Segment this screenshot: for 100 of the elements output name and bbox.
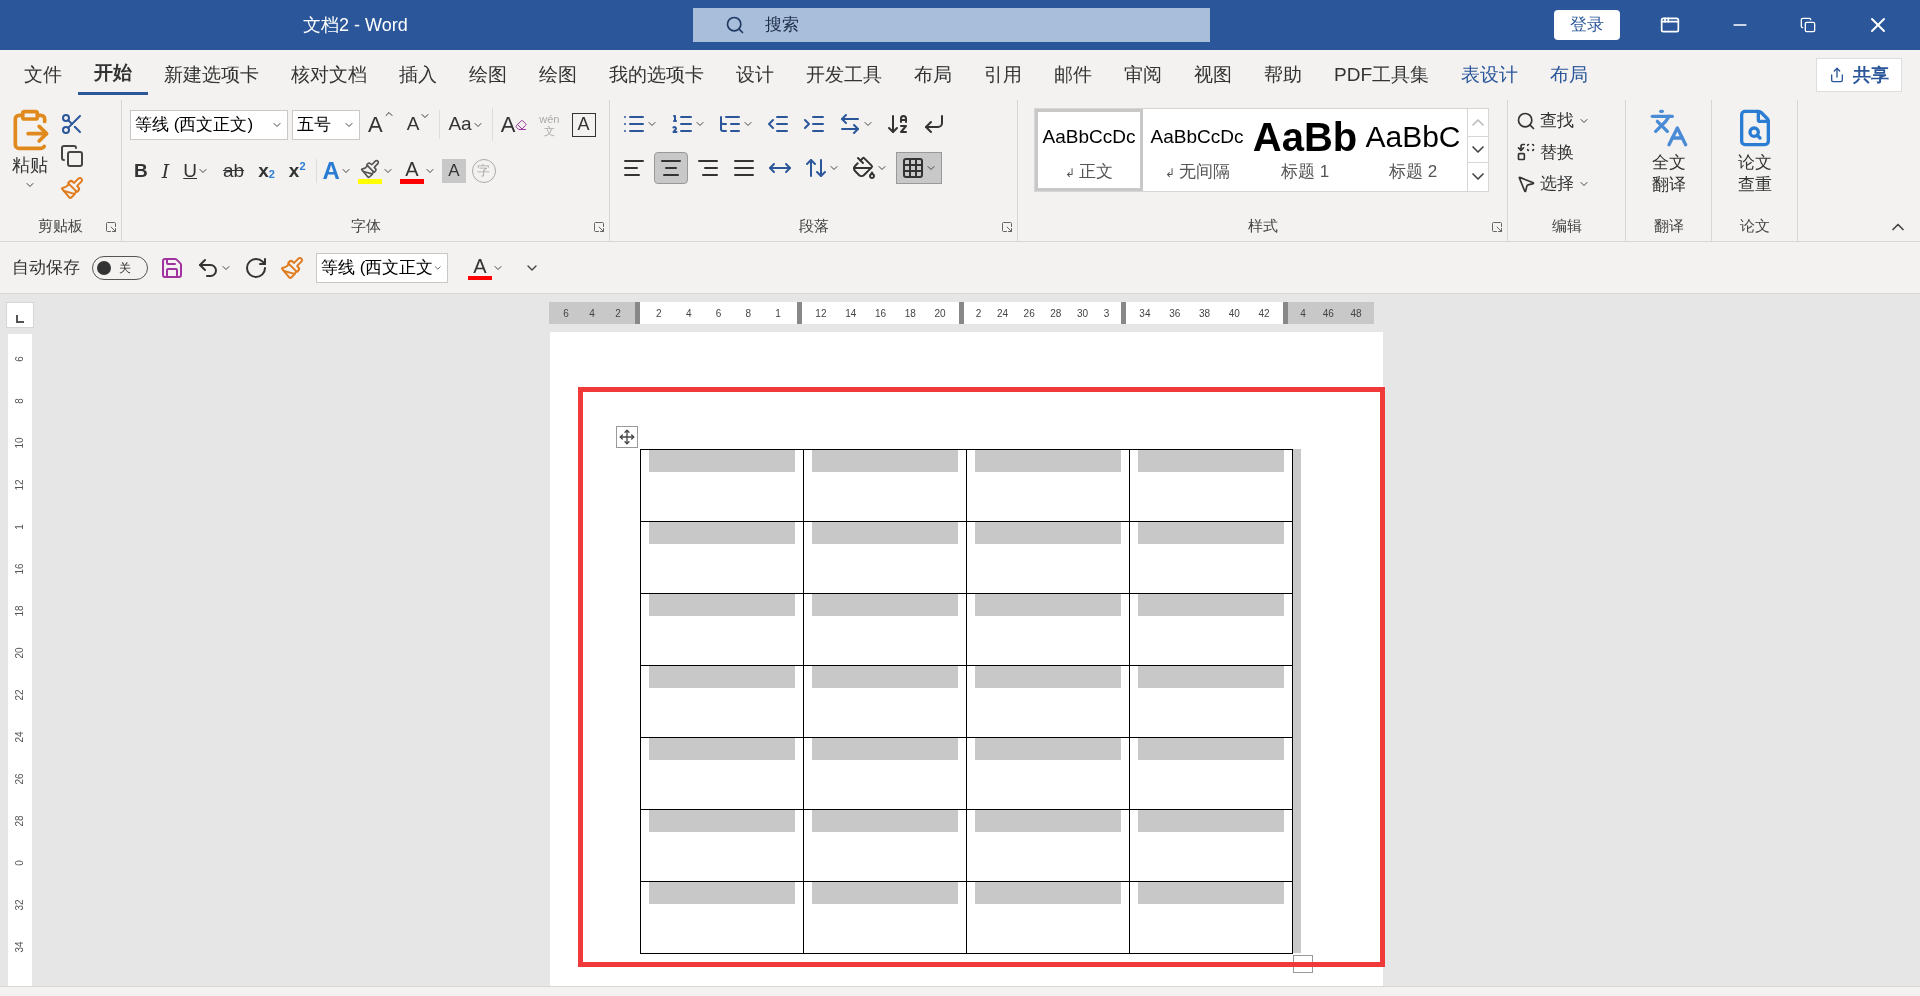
column-marker[interactable] [959, 302, 964, 324]
table-cell[interactable] [1130, 450, 1293, 522]
table-cell[interactable] [641, 522, 804, 594]
clear-formatting-button[interactable]: A [491, 108, 532, 141]
grow-font-button[interactable]: A [364, 108, 399, 141]
ribbon-tab[interactable]: 视图 [1178, 55, 1248, 95]
highlight-button[interactable] [357, 158, 394, 184]
ribbon-tab[interactable]: 表设计 [1445, 55, 1534, 95]
table-cell[interactable] [804, 522, 967, 594]
table-cell[interactable] [804, 810, 967, 882]
text-effect-button[interactable]: A [322, 153, 352, 189]
format-painter-icon[interactable] [60, 176, 84, 200]
table-cell[interactable] [1130, 522, 1293, 594]
ribbon-tab[interactable]: 核对文档 [275, 55, 383, 95]
table-cell[interactable] [804, 882, 967, 954]
font-name-dropdown[interactable]: 等线 (西文正文) [130, 109, 288, 140]
search-field[interactable]: 搜索 [692, 8, 1210, 42]
share-button[interactable]: 共享 [1816, 58, 1902, 92]
ribbon-tab[interactable]: 帮助 [1248, 55, 1318, 95]
table-cell[interactable] [967, 594, 1130, 666]
align-button[interactable] [654, 152, 688, 184]
ribbon-tab[interactable]: 绘图 [523, 55, 593, 95]
character-border-button[interactable]: A [571, 112, 596, 137]
ribbon-tab[interactable]: 审阅 [1108, 55, 1178, 95]
editing-button[interactable]: 查找 [1516, 108, 1590, 134]
shrink-font-button[interactable]: A [402, 110, 436, 139]
table-cell[interactable] [641, 666, 804, 738]
dialog-launcher-icon[interactable] [1001, 221, 1013, 233]
table-cell[interactable] [967, 882, 1130, 954]
table-cell[interactable] [1130, 738, 1293, 810]
table-cell[interactable] [641, 738, 804, 810]
ribbon-tab[interactable]: 邮件 [1038, 55, 1108, 95]
font-name-dropdown[interactable]: 等线 (西文正文 [316, 252, 448, 283]
tab-selector[interactable] [6, 302, 34, 328]
table-cell[interactable] [641, 594, 804, 666]
style-gallery-item[interactable]: AaBbCcDc ↲ 无间隔 [1143, 109, 1251, 191]
login-button[interactable]: 登录 [1554, 10, 1620, 40]
ribbon-tab[interactable]: 我的选项卡 [593, 55, 720, 95]
ribbon-tab[interactable]: 引用 [968, 55, 1038, 95]
ribbon-tab[interactable]: 设计 [720, 55, 790, 95]
change-case-button[interactable]: Aa [439, 110, 488, 139]
restore-icon[interactable] [1800, 17, 1816, 33]
editing-button[interactable]: 替换 [1516, 139, 1590, 165]
table-cell[interactable] [804, 450, 967, 522]
table-cell[interactable] [967, 738, 1130, 810]
editing-button[interactable]: 选择 [1516, 171, 1590, 197]
dialog-launcher-icon[interactable] [1491, 221, 1503, 233]
ribbon-tab[interactable]: 文件 [8, 55, 78, 95]
character-shading-button[interactable]: A [441, 159, 466, 183]
paper-check-button[interactable]: 论文 查重 [1720, 108, 1789, 196]
format-button[interactable]: B [130, 156, 152, 186]
table-cell[interactable] [1130, 666, 1293, 738]
table-cell[interactable] [804, 666, 967, 738]
table-cell[interactable] [1130, 882, 1293, 954]
scroll-down-icon[interactable] [1468, 136, 1488, 163]
column-marker[interactable] [1121, 302, 1126, 324]
borders-button[interactable] [896, 152, 942, 184]
font-color-button[interactable]: A [399, 158, 436, 184]
paste-button[interactable]: 粘贴 [8, 108, 52, 200]
table-cell[interactable] [641, 450, 804, 522]
ribbon-tab[interactable]: 绘图 [453, 55, 523, 95]
table-cell[interactable] [804, 738, 967, 810]
dialog-launcher-icon[interactable] [105, 221, 117, 233]
translate-button[interactable]: 全文 翻译 [1634, 108, 1703, 196]
format-painter-icon[interactable] [280, 255, 304, 280]
table-cell[interactable] [1130, 594, 1293, 666]
style-gallery-item[interactable]: AaBbCcDc ↲ 正文 [1035, 109, 1143, 191]
table-cell[interactable] [1130, 810, 1293, 882]
table-cell[interactable] [967, 666, 1130, 738]
format-button[interactable]: I [157, 156, 174, 186]
table-cell[interactable] [641, 810, 804, 882]
format-button[interactable]: x$^{2}$ [284, 156, 310, 186]
ribbon-tab[interactable]: 开发工具 [790, 55, 898, 95]
column-marker[interactable] [1283, 302, 1288, 324]
table-cell[interactable] [804, 594, 967, 666]
ribbon-display-icon[interactable] [1660, 15, 1680, 35]
format-button[interactable]: ab [219, 156, 249, 186]
table-cell[interactable] [967, 450, 1130, 522]
table-cell[interactable] [967, 810, 1130, 882]
column-marker[interactable] [635, 302, 640, 324]
ribbon-tab[interactable]: 布局 [1534, 55, 1604, 95]
font-size-dropdown[interactable]: 五号 [292, 109, 360, 140]
column-marker[interactable] [797, 302, 802, 324]
ribbon-tab[interactable]: 插入 [383, 55, 453, 95]
copy-icon[interactable] [60, 144, 84, 168]
cut-icon[interactable] [60, 112, 84, 136]
ribbon-tab[interactable]: 新建选项卡 [148, 55, 275, 95]
save-icon[interactable] [160, 255, 184, 280]
style-gallery-item[interactable]: AaBb 标题 1 [1251, 109, 1359, 191]
table-cell[interactable] [641, 882, 804, 954]
table-cell[interactable] [967, 522, 1130, 594]
ribbon-tab[interactable]: 布局 [898, 55, 968, 95]
font-color-button[interactable]: A [468, 255, 504, 280]
dialog-launcher-icon[interactable] [593, 221, 605, 233]
redo-icon[interactable] [244, 255, 268, 280]
table-move-handle[interactable] [616, 426, 638, 448]
format-button[interactable]: U [179, 156, 213, 186]
ribbon-tab[interactable]: PDF工具集 [1318, 55, 1445, 95]
ribbon-tab[interactable]: 开始 [78, 55, 148, 95]
style-gallery-item[interactable]: AaBbC 标题 2 [1359, 109, 1467, 191]
